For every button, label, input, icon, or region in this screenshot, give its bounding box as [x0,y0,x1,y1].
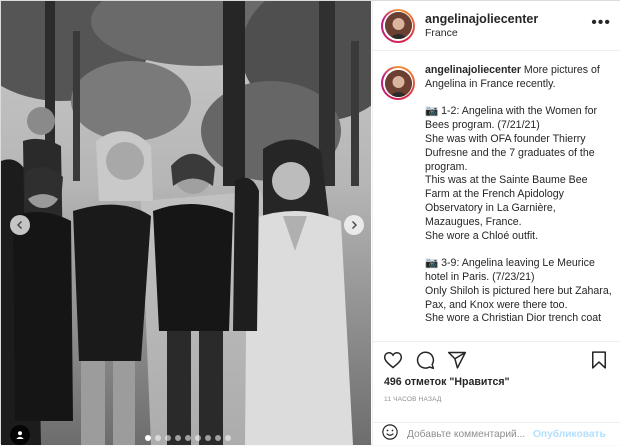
instagram-post: angelinajoliecenter France ••• angelinaj… [0,0,620,445]
carousel-dot [155,435,161,441]
emoji-button[interactable] [381,423,399,446]
publish-button[interactable]: Опубликовать [533,429,606,440]
carousel-dot [165,435,171,441]
caption: angelinajoliecenter More pictures of Ang… [381,64,614,326]
comment-input[interactable] [407,428,527,440]
tagged-users-button[interactable] [10,425,30,445]
chevron-right-icon [352,221,357,229]
carousel-dot [215,435,221,441]
comment-icon [416,351,435,370]
avatar-photo [384,69,412,97]
carousel-dot [145,435,151,441]
more-options-button[interactable]: ••• [591,15,611,31]
comment-composer: Опубликовать [373,422,620,445]
share-icon [447,351,467,369]
post-media[interactable] [1,1,371,445]
header-location[interactable]: France [425,27,538,39]
avatar[interactable] [381,8,415,43]
caption-line: She wore a Chloé outfit. [425,229,539,242]
likes-count[interactable]: 496 отметок "Нравится" [384,376,510,388]
action-bar [373,341,620,377]
post-header: angelinajoliecenter France ••• [373,1,620,51]
user-tag-icon [16,431,24,439]
avatar-photo [384,12,412,39]
caption-line: This was at the Sainte Baume Bee Farm at… [425,174,588,228]
carousel-dot [175,435,181,441]
post-photo [1,1,371,445]
next-slide-button[interactable] [344,215,364,235]
carousel-indicator [145,435,231,441]
previous-slide-button[interactable] [10,215,30,235]
carousel-dot [205,435,211,441]
carousel-dot [195,435,201,441]
more-options-icon: ••• [591,14,611,31]
caption-scroll-area[interactable]: angelinajoliecenter More pictures of Ang… [373,52,620,337]
header-username[interactable]: angelinajoliecenter [425,12,538,26]
share-button[interactable] [447,350,467,375]
caption-line: She was with OFA founder Thierry Dufresn… [425,132,595,173]
caption-username[interactable]: angelinajoliecenter [425,64,521,76]
heart-icon [383,351,403,369]
carousel-dot [225,435,231,441]
like-button[interactable] [383,350,403,375]
caption-line: Only Shiloh is pictured here but Zahara,… [425,284,612,311]
post-timestamp[interactable]: 11 часов назад [384,396,441,403]
caption-avatar[interactable] [381,66,415,100]
caption-line: 📷 1-2: Angelina with the Women for Bees … [425,105,597,132]
chevron-left-icon [17,221,22,229]
save-button[interactable] [589,350,609,375]
bookmark-icon [592,351,606,369]
caption-line: 📷 3-9: Angelina leaving Le Meurice hotel… [425,257,595,283]
comment-button[interactable] [415,350,435,375]
smiley-icon [382,423,398,440]
carousel-dot [185,435,191,441]
post-side-panel: angelinajoliecenter France ••• angelinaj… [372,1,620,445]
caption-text: angelinajoliecenter More pictures of Ang… [425,64,614,326]
caption-line: She wore a Christian Dior trench coat [425,312,602,325]
